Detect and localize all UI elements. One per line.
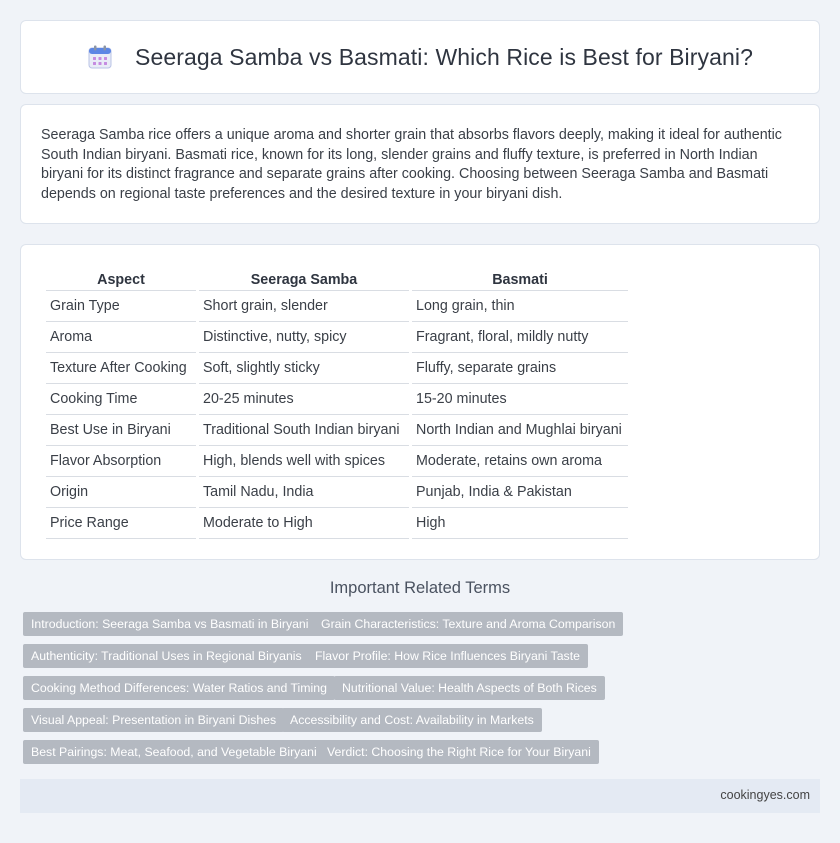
table-cell: 20-25 minutes [199,384,409,415]
related-tag[interactable]: Best Pairings: Meat, Seafood, and Vegeta… [23,740,325,764]
column-header-aspect: Aspect [46,265,196,291]
related-tag[interactable]: Flavor Profile: How Rice Influences Biry… [307,644,588,668]
table-cell: High, blends well with spices [199,446,409,477]
related-tag[interactable]: Visual Appeal: Presentation in Biryani D… [23,708,285,732]
table-cell: High [412,508,628,539]
table-row: Cooking Time 20-25 minutes 15-20 minutes [46,384,628,415]
related-tag[interactable]: Cooking Method Differences: Water Ratios… [23,676,335,700]
table-cell: Aroma [46,322,196,353]
table-cell: Price Range [46,508,196,539]
table-cell: 15-20 minutes [412,384,628,415]
table-cell: Tamil Nadu, India [199,477,409,508]
column-header-basmati: Basmati [412,265,628,291]
table-cell: Cooking Time [46,384,196,415]
table-cell: Fluffy, separate grains [412,353,628,384]
calendar-icon [87,44,113,70]
footer-site: cookingyes.com [720,788,810,802]
footer: cookingyes.com [20,779,820,813]
related-terms-title: Important Related Terms [329,579,511,597]
related-tag[interactable]: Authenticity: Traditional Uses in Region… [23,644,310,668]
related-tag[interactable]: Accessibility and Cost: Availability in … [282,708,542,732]
header-card: Seeraga Samba vs Basmati: Which Rice is … [20,20,820,94]
table-cell: Best Use in Biryani [46,415,196,446]
table-cell: Punjab, India & Pakistan [412,477,628,508]
table-cell: North Indian and Mughlai biryani [412,415,628,446]
table-row: Origin Tamil Nadu, India Punjab, India & P… [46,477,628,508]
related-tag[interactable]: Nutritional Value: Health Aspects of Bot… [334,676,605,700]
page-title: Seeraga Samba vs Basmati: Which Rice is … [135,43,753,70]
table-row: Aroma Distinctive, nutty, spicy Fragrant, … [46,322,628,353]
table-cell: Moderate to High [199,508,409,539]
table-cell: Fragrant, floral, mildly nutty [412,322,628,353]
comparison-table-card: Aspect Seeraga Samba Basmati Grain Type S… [20,244,820,560]
related-tag[interactable]: Grain Characteristics: Texture and Aroma… [313,612,624,636]
table-cell: Traditional South Indian biryani [199,415,409,446]
table-cell: Flavor Absorption [46,446,196,477]
table-row: Best Use in Biryani Traditional South Ind… [46,415,628,446]
table-header-row: Aspect Seeraga Samba Basmati [46,265,628,291]
table-cell: Texture After Cooking [46,353,196,384]
table-row: Texture After Cooking Soft, slightly stic… [46,353,628,384]
table-row: Price Range Moderate to High High [46,508,628,539]
column-header-seeraga-samba: Seeraga Samba [199,265,409,291]
table-cell: Origin [46,477,196,508]
intro-text: Seeraga Samba rice offers a unique aroma… [41,127,782,202]
table-row: Grain Type Short grain, slender Long grain… [46,291,628,322]
table-cell: Short grain, slender [199,291,409,322]
comparison-table: Aspect Seeraga Samba Basmati Grain Type S… [43,265,631,539]
table-cell: Moderate, retains own aroma [412,446,628,477]
table-cell: Long grain, thin [412,291,628,322]
table-cell: Grain Type [46,291,196,322]
table-cell: Distinctive, nutty, spicy [199,322,409,353]
table-row: Flavor Absorption High, blends well with … [46,446,628,477]
intro-card: Seeraga Samba rice offers a unique aroma… [20,104,820,224]
related-tag[interactable]: Introduction: Seeraga Samba vs Basmati i… [23,612,317,636]
table-cell: Soft, slightly sticky [199,353,409,384]
related-tag[interactable]: Verdict: Choosing the Right Rice for You… [319,740,599,764]
